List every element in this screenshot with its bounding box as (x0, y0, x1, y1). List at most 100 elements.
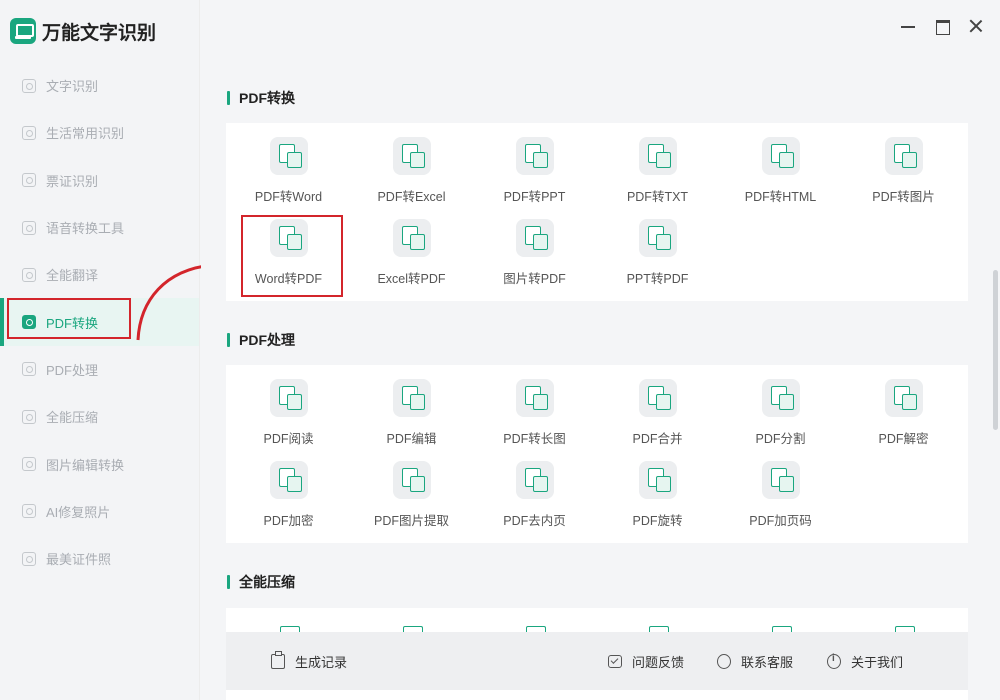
tool-card[interactable]: PDF转TXT (596, 133, 719, 215)
sidebar-item[interactable]: 票证识别 (0, 157, 199, 204)
tool-label: PDF加页码 (749, 514, 812, 528)
scrollbar-thumb[interactable] (993, 270, 998, 430)
tool-card[interactable]: PDF加密 (227, 457, 350, 539)
sidebar-item-label: 图片编辑转换 (46, 457, 125, 473)
tool-label: PDF转HTML (744, 190, 817, 204)
tool-card[interactable]: PDF去内页 (473, 457, 596, 539)
tool-card[interactable]: 图片转PDF (473, 215, 596, 297)
feedback-label: 问题反馈 (632, 654, 685, 670)
tool-card[interactable]: PPT转PDF (596, 215, 719, 297)
sidebar-item-label: 全能翻译 (46, 268, 99, 284)
sidebar-item-label: 票证识别 (46, 173, 99, 189)
brand: 万能文字识别 (0, 0, 199, 62)
pdf-encrypt-icon (269, 461, 308, 499)
maximize-icon[interactable] (934, 18, 950, 35)
tool-card[interactable]: PDF编辑 (350, 375, 473, 457)
pdf-to-image-icon (884, 137, 923, 175)
app-logo-icon (10, 18, 36, 44)
translate-icon (22, 267, 36, 282)
scan-text-icon (22, 78, 36, 93)
sidebar-item[interactable]: 最美证件照 (0, 535, 199, 582)
voice-icon (22, 220, 36, 235)
tool-card[interactable]: Excel转PDF (350, 215, 473, 297)
tool-label: PDF转PPT (503, 190, 566, 204)
tool-card[interactable]: PDF阅读 (227, 375, 350, 457)
close-icon[interactable] (968, 18, 984, 34)
sidebar-item-label: 文字识别 (46, 79, 99, 95)
pdf-to-ppt-icon (515, 137, 554, 175)
sidebar-item[interactable]: 生活常用识别 (0, 109, 199, 156)
pdf-remove-page-icon (515, 461, 554, 499)
tool-label: PDF编辑 (386, 432, 437, 446)
panel-pdf-process: PDF阅读 PDF编辑 PDF转长图 PDF合并 PDF分割 PDF解密 PDF加密 PDF图… (226, 365, 968, 543)
customer-service-button[interactable]: 联系客服 (717, 652, 793, 671)
tool-label: PDF合并 (632, 432, 683, 446)
section-title-pdf-process: PDF处理 (227, 330, 295, 350)
pdf-to-word-icon (269, 137, 308, 175)
tool-card[interactable]: PDF转PPT (473, 133, 596, 215)
image-edit-icon (22, 457, 36, 472)
sidebar-item[interactable]: 图片编辑转换 (0, 440, 199, 487)
tool-card[interactable]: PDF旋转 (596, 457, 719, 539)
tool-label: PDF旋转 (632, 514, 683, 528)
app-title: 万能文字识别 (42, 22, 157, 44)
clipboard-icon (271, 650, 285, 669)
section-title-pdf-convert: PDF转换 (227, 88, 295, 108)
sidebar: 万能文字识别 文字识别 生活常用识别 票证识别 语音转换工具 全能翻译 PDF转换 PDF处… (0, 0, 200, 700)
tool-card[interactable]: PDF转长图 (473, 375, 596, 457)
ppt-to-pdf-icon (638, 219, 677, 257)
tool-label: PDF加密 (263, 514, 314, 528)
pdf-to-html-icon (761, 137, 800, 175)
highlight-box-nav (7, 298, 131, 339)
scan-ticket-icon (22, 173, 36, 188)
highlight-box-word-to-pdf (241, 215, 343, 297)
about-button[interactable]: 关于我们 (827, 652, 903, 671)
excel-to-pdf-icon (392, 219, 431, 257)
tool-label: PDF转图片 (872, 190, 935, 204)
sidebar-item[interactable]: PDF处理 (0, 346, 199, 393)
tool-card[interactable]: PDF转Excel (350, 133, 473, 215)
tool-card[interactable]: PDF解密 (842, 375, 965, 457)
pdf-to-txt-icon (638, 137, 677, 175)
sidebar-item-label: PDF处理 (46, 362, 99, 378)
sidebar-item[interactable]: AI修复照片 (0, 488, 199, 535)
id-photo-icon (22, 551, 36, 566)
scan-life-icon (22, 125, 36, 140)
bottom-bar: 生成记录 问题反馈 联系客服 关于我们 (226, 632, 968, 690)
pdf-decrypt-icon (884, 379, 923, 417)
pdf-edit-icon (392, 379, 431, 417)
feedback-button[interactable]: 问题反馈 (608, 652, 684, 671)
pdf-page-number-icon (761, 461, 800, 499)
compress-icon (22, 409, 36, 424)
sidebar-item[interactable]: 全能压缩 (0, 393, 199, 440)
ai-repair-icon (22, 504, 36, 519)
tool-card[interactable]: PDF转Word (227, 133, 350, 215)
pdf-long-image-icon (515, 379, 554, 417)
minimize-icon[interactable] (900, 18, 916, 34)
tool-card[interactable]: PDF分割 (719, 375, 842, 457)
sidebar-item-label: 语音转换工具 (46, 221, 125, 237)
info-icon (827, 653, 841, 669)
tool-label: PDF转TXT (626, 190, 689, 204)
window-controls (900, 18, 984, 35)
tool-label: Excel转PDF (377, 272, 446, 286)
tool-label: PDF转Excel (377, 190, 446, 204)
sidebar-item-label: 生活常用识别 (46, 126, 125, 142)
image-to-pdf-icon (515, 219, 554, 257)
history-button[interactable]: 生成记录 (271, 650, 347, 671)
tool-card[interactable]: PDF合并 (596, 375, 719, 457)
tool-label: 图片转PDF (503, 272, 566, 286)
tool-card[interactable]: PDF加页码 (719, 457, 842, 539)
pdf-rotate-icon (638, 461, 677, 499)
sidebar-item-label: 全能压缩 (46, 410, 99, 426)
customer-service-label: 联系客服 (741, 654, 794, 670)
about-label: 关于我们 (851, 654, 904, 670)
tool-card[interactable]: PDF转图片 (842, 133, 965, 215)
scrollbar[interactable] (993, 62, 998, 700)
pdf-process-icon (22, 362, 36, 377)
main-content: PDF转换 PDF转Word PDF转Excel PDF转PPT PDF转TXT PDF… (201, 0, 1000, 700)
sidebar-item-label: AI修复照片 (46, 504, 111, 520)
tool-card[interactable]: PDF转HTML (719, 133, 842, 215)
sidebar-item[interactable]: 文字识别 (0, 62, 199, 109)
tool-card[interactable]: PDF图片提取 (350, 457, 473, 539)
